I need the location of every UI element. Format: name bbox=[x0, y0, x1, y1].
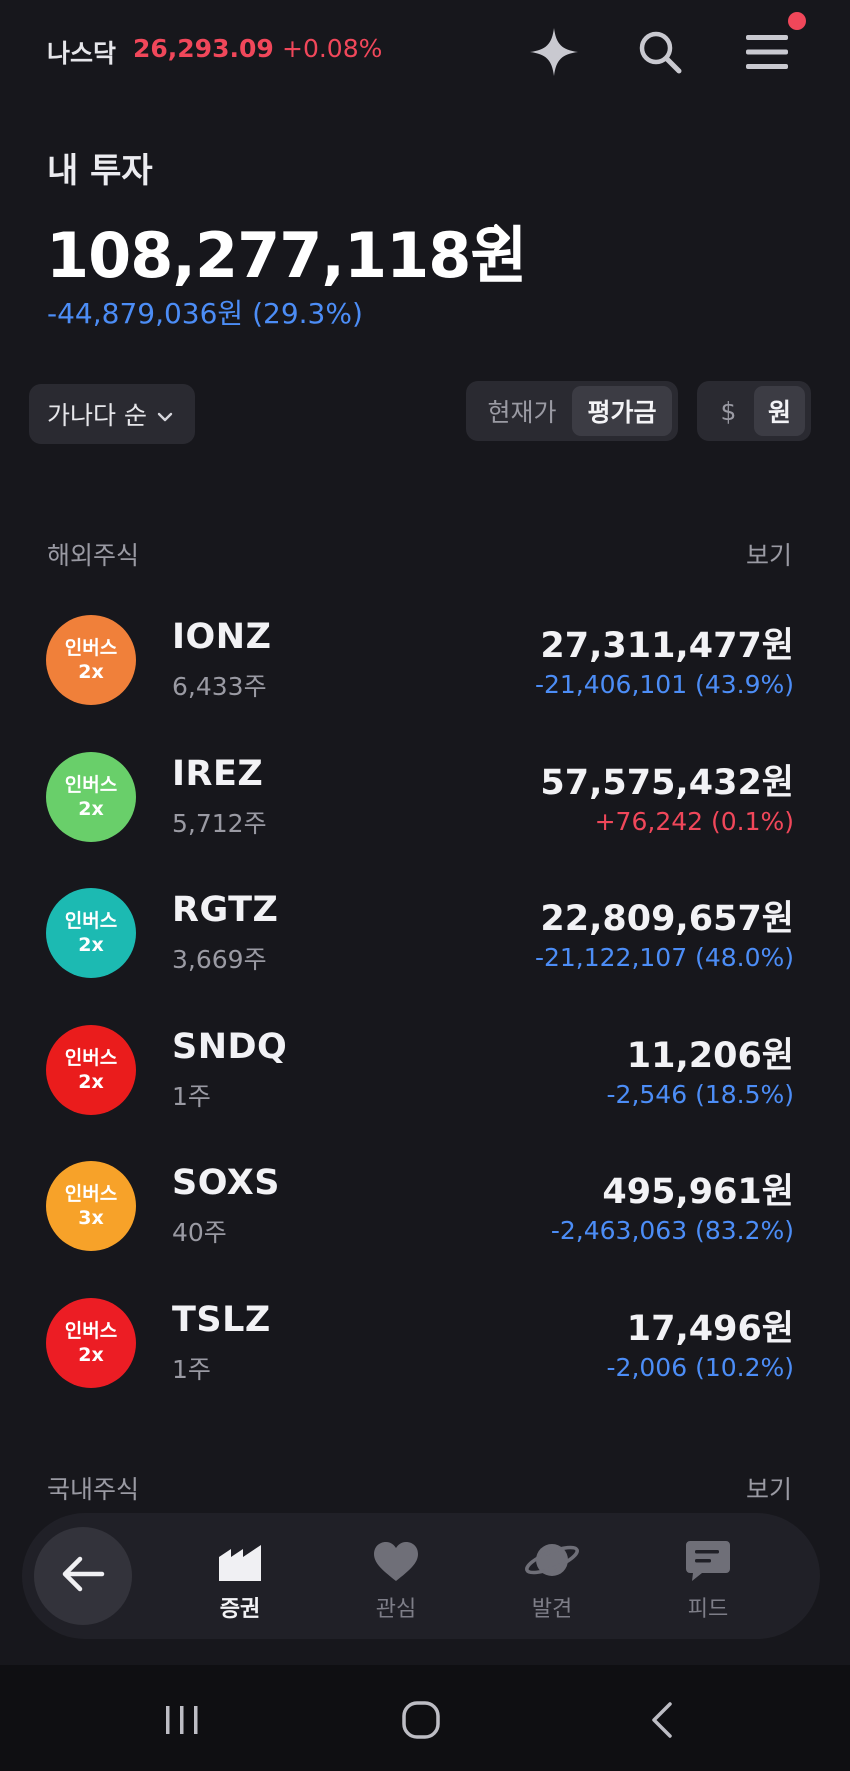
chevron-down-icon bbox=[157, 400, 173, 429]
stock-row[interactable]: 인버스 2x IREZ 5,712주 57,575,432원 +76,242 (0.1%) bbox=[0, 742, 850, 879]
overseas-view-link[interactable]: 보기 bbox=[746, 536, 792, 572]
stock-name: TSLZ bbox=[172, 1299, 271, 1340]
stock-value: 495,961원 bbox=[602, 1172, 794, 1212]
stock-name: SOXS bbox=[172, 1163, 280, 1203]
logo-label: 인버스 bbox=[64, 910, 118, 932]
nav-label-feed: 피드 bbox=[687, 1597, 729, 1622]
sort-dropdown[interactable]: 가나다 순 bbox=[29, 384, 195, 444]
nav-label-securities: 증권 bbox=[219, 1597, 261, 1622]
stock-change: -2,463,063 (83.2%) bbox=[550, 1216, 794, 1245]
toggle-won[interactable]: 원 bbox=[754, 386, 805, 436]
logo-leverage: 2x bbox=[78, 661, 104, 683]
logo-leverage: 2x bbox=[78, 1070, 104, 1093]
my-investment-label: 내 투자 bbox=[47, 151, 153, 191]
domestic-section-title: 국내주식 bbox=[47, 1475, 140, 1504]
stock-name: IONZ bbox=[172, 617, 272, 657]
price-toggle: 현재가 평가금 bbox=[466, 381, 678, 441]
arrow-left-icon bbox=[60, 1555, 106, 1597]
stock-change: -21,122,107 (48.0%) bbox=[534, 943, 794, 972]
chevron-right-icon[interactable] bbox=[492, 222, 512, 258]
stock-list: 인버스 2x IONZ 6,433주 27,311,477원 -21,406,101 (4… bbox=[0, 605, 850, 1424]
stock-logo: 인버스 2x bbox=[46, 1024, 136, 1115]
logo-leverage: 2x bbox=[78, 934, 104, 956]
stock-quantity: 3,669주 bbox=[172, 945, 267, 974]
toggle-dollar[interactable]: $ bbox=[703, 386, 754, 436]
stock-quantity: 1주 bbox=[172, 1081, 211, 1111]
currency-toggle: $ 원 bbox=[697, 381, 811, 441]
planet-icon bbox=[497, 1535, 607, 1583]
nav-feed[interactable]: 피드 bbox=[653, 1535, 763, 1623]
system-back-icon[interactable] bbox=[632, 1690, 692, 1750]
stock-logo: 인버스 2x bbox=[46, 615, 136, 705]
logo-label: 인버스 bbox=[64, 1319, 118, 1342]
stock-logo: 인버스 2x bbox=[46, 751, 136, 842]
stock-row[interactable]: 인버스 2x RGTZ 3,669주 22,809,657원 -21,122,107 (4… bbox=[0, 878, 850, 1015]
nav-label-discover: 발견 bbox=[531, 1597, 573, 1622]
logo-label: 인버스 bbox=[64, 1183, 118, 1205]
stock-quantity: 5,712주 bbox=[172, 808, 267, 838]
nav-discover[interactable]: 발견 bbox=[497, 1535, 607, 1623]
stock-quantity: 1주 bbox=[172, 1354, 211, 1384]
stock-change: -2,546 (18.5%) bbox=[606, 1079, 794, 1109]
stock-value: 11,206원 bbox=[626, 1035, 794, 1076]
stock-change: -21,406,101 (43.9%) bbox=[534, 670, 794, 699]
index-name: 나스닥 bbox=[47, 39, 117, 68]
stock-row[interactable]: 인버스 2x TSLZ 1주 17,496원 -2,006 (10.2%) bbox=[0, 1288, 850, 1425]
recent-apps-icon[interactable] bbox=[152, 1690, 212, 1750]
menu-icon[interactable] bbox=[737, 22, 797, 82]
stock-logo: 인버스 2x bbox=[46, 888, 136, 978]
nav-label-watchlist: 관심 bbox=[375, 1597, 417, 1622]
top-bar: 나스닥 26,293.09 +0.08% bbox=[0, 0, 850, 104]
logo-leverage: 2x bbox=[78, 797, 104, 820]
stock-quantity: 6,433주 bbox=[172, 672, 267, 701]
stock-change: +76,242 (0.1%) bbox=[594, 806, 794, 836]
logo-label: 인버스 bbox=[64, 773, 118, 796]
stock-value: 27,311,477원 bbox=[540, 626, 794, 666]
stock-value: 17,496원 bbox=[626, 1308, 794, 1349]
back-button[interactable] bbox=[34, 1527, 132, 1625]
notification-dot bbox=[788, 12, 806, 30]
total-value[interactable]: 108,277,118원 bbox=[46, 205, 527, 295]
heart-icon bbox=[341, 1535, 451, 1583]
stock-value: 22,809,657원 bbox=[540, 899, 794, 939]
index-change: +0.08% bbox=[282, 34, 383, 63]
toggle-valuation[interactable]: 평가금 bbox=[572, 386, 672, 436]
search-icon[interactable] bbox=[630, 22, 690, 82]
logo-leverage: 3x bbox=[78, 1207, 104, 1229]
total-change: -44,879,036원 (29.3%) bbox=[47, 297, 363, 330]
stock-name: SNDQ bbox=[172, 1026, 288, 1067]
index-value: 26,293.09 bbox=[133, 34, 274, 63]
logo-label: 인버스 bbox=[64, 637, 118, 659]
stock-quantity: 40주 bbox=[172, 1218, 227, 1247]
system-nav-bar bbox=[0, 1665, 850, 1771]
stock-row[interactable]: 인버스 3x SOXS 40주 495,961원 -2,463,063 (83.2%) bbox=[0, 1151, 850, 1288]
nav-watchlist[interactable]: 관심 bbox=[341, 1535, 451, 1623]
stock-change: -2,006 (10.2%) bbox=[606, 1352, 794, 1382]
stock-logo: 인버스 3x bbox=[46, 1161, 136, 1251]
stock-logo: 인버스 2x bbox=[46, 1297, 136, 1388]
overseas-section-title: 해외주식 bbox=[47, 541, 140, 570]
toggle-current-price[interactable]: 현재가 bbox=[472, 386, 572, 436]
stock-row[interactable]: 인버스 2x IONZ 6,433주 27,311,477원 -21,406,101 (4… bbox=[0, 605, 850, 742]
logo-label: 인버스 bbox=[64, 1046, 118, 1069]
chat-bubble-icon bbox=[653, 1535, 763, 1583]
sort-label: 가나다 순 bbox=[47, 401, 147, 430]
logo-leverage: 2x bbox=[78, 1343, 104, 1366]
stock-row[interactable]: 인버스 2x SNDQ 1주 11,206원 -2,546 (18.5%) bbox=[0, 1015, 850, 1152]
domestic-view-link[interactable]: 보기 bbox=[746, 1470, 792, 1506]
stock-value: 57,575,432원 bbox=[540, 762, 794, 803]
stock-name: IREZ bbox=[172, 753, 264, 794]
stock-name: RGTZ bbox=[172, 890, 279, 930]
chart-factory-icon bbox=[185, 1535, 295, 1583]
nav-securities[interactable]: 증권 bbox=[185, 1535, 295, 1623]
home-icon[interactable] bbox=[391, 1690, 451, 1750]
sparkle-icon[interactable] bbox=[524, 22, 584, 82]
bottom-nav: 증권 관심 발견 피드 bbox=[22, 1513, 820, 1639]
